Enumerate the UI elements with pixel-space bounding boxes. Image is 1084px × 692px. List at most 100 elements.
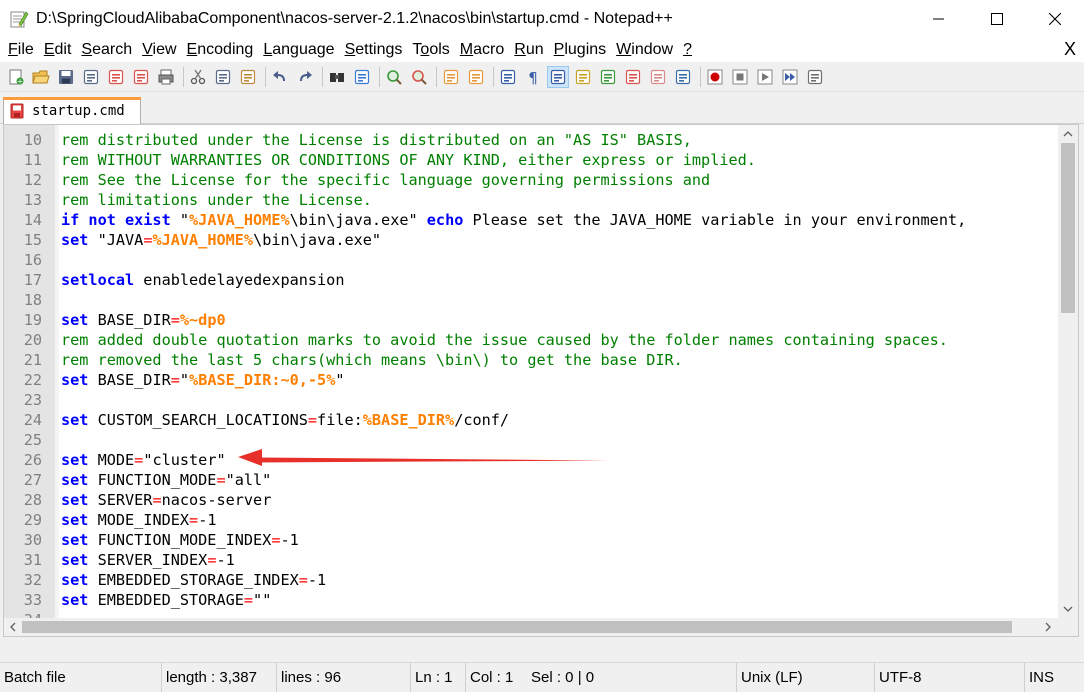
print-icon[interactable] [155,66,177,88]
code-line[interactable]: 20 rem added double quotation marks to av… [4,330,1060,350]
minimize-button[interactable] [910,0,968,38]
code-token: " [335,371,345,389]
menu-edit[interactable]: Edit [40,41,76,59]
close-icon[interactable] [105,66,127,88]
doc-map-icon[interactable] [597,66,619,88]
new-file-icon[interactable]: + [5,66,27,88]
code-line[interactable]: 27 set FUNCTION_MODE="all" [4,470,1060,490]
horizontal-scrollbar[interactable] [4,618,1060,636]
menu-settings[interactable]: Settings [341,41,407,59]
line-text: rem WITHOUT WARRANTIES OR CONDITIONS OF … [61,150,756,170]
code-token: BASE_DIR [88,311,171,329]
record-macro-icon[interactable] [704,66,726,88]
save-all-icon[interactable] [80,66,102,88]
line-text: rem limitations under the License. [61,190,372,210]
code-line[interactable]: 16 [4,250,1060,270]
sync-vertical-icon[interactable] [440,66,462,88]
code-line[interactable]: 14 if not exist "%JAVA_HOME%\bin\java.exe… [4,210,1060,230]
code-line[interactable]: 32 set EMBEDDED_STORAGE_INDEX=-1 [4,570,1060,590]
play-multiple-icon[interactable] [779,66,801,88]
folder-workspace-icon[interactable] [647,66,669,88]
tab-label: startup.cmd [32,103,125,119]
code-line[interactable]: 30 set FUNCTION_MODE_INDEX=-1 [4,530,1060,550]
undo-icon[interactable] [269,66,291,88]
code-token: Please set the JAVA_HOME variable in you… [463,211,967,229]
monitor-icon[interactable] [672,66,694,88]
menu-encoding[interactable]: Encoding [183,41,258,59]
zoom-out-icon[interactable] [408,66,430,88]
code-content[interactable]: 10 rem distributed under the License is d… [4,125,1060,636]
code-token: rem See the License for the specific lan… [61,171,711,189]
svg-text:+: + [17,77,23,85]
indent-guide-icon[interactable] [547,65,569,88]
code-line[interactable]: 29 set MODE_INDEX=-1 [4,510,1060,530]
stop-record-icon[interactable] [729,66,751,88]
code-line[interactable]: 11 rem WITHOUT WARRANTIES OR CONDITIONS O… [4,150,1060,170]
line-number: 27 [23,471,42,489]
open-file-icon[interactable] [30,66,52,88]
code-editor[interactable]: 10 rem distributed under the License is d… [3,124,1079,637]
code-token: MODE [88,451,135,469]
code-line[interactable]: 15 set "JAVA=%JAVA_HOME%\bin\java.exe" [4,230,1060,250]
function-list-icon[interactable] [622,66,644,88]
code-line[interactable]: 19 set BASE_DIR=%~dp0 [4,310,1060,330]
notepad-plus-plus-app-icon [9,9,29,29]
copy-icon[interactable] [212,66,234,88]
menu-window[interactable]: Window [612,41,677,59]
menu-plugins[interactable]: Plugins [550,41,611,59]
menu-file[interactable]: File [4,41,38,59]
code-line[interactable]: 12 rem See the License for the specific l… [4,170,1060,190]
word-wrap-icon[interactable] [497,66,519,88]
eol-format-status[interactable]: Unix (LF) [737,662,875,692]
code-line[interactable]: 31 set SERVER_INDEX=-1 [4,550,1060,570]
code-token: set [61,571,89,589]
code-line[interactable]: 18 [4,290,1060,310]
menu-tools[interactable]: Tools [408,41,453,59]
show-all-chars-icon[interactable]: ¶ [522,66,544,88]
find-icon[interactable] [326,66,348,88]
code-token: \bin\java.exe" [289,211,427,229]
code-line[interactable]: 17 setlocal enabledelayedexpansion [4,270,1060,290]
vertical-scroll-thumb[interactable] [1061,143,1075,313]
menu-bar: File Edit Search View Encoding Language … [0,38,1084,62]
menu-language[interactable]: Language [259,41,338,59]
udl-icon[interactable] [572,66,594,88]
vertical-scrollbar[interactable] [1058,125,1078,620]
code-token: nacos-server [161,491,272,509]
horizontal-scroll-thumb[interactable] [22,621,1012,633]
code-line[interactable]: 22 set BASE_DIR="%BASE_DIR:~0,-5%" [4,370,1060,390]
maximize-button[interactable] [968,0,1026,38]
insert-mode-status[interactable]: INS [1025,663,1084,692]
code-line[interactable]: 23 [4,390,1060,410]
code-line[interactable]: 10 rem distributed under the License is d… [4,130,1060,150]
redo-icon[interactable] [294,66,316,88]
menu-search[interactable]: Search [77,41,136,59]
close-all-icon[interactable] [130,66,152,88]
paste-icon[interactable] [237,66,259,88]
zoom-in-icon[interactable] [383,66,405,88]
menu-view[interactable]: View [138,41,180,59]
code-line[interactable]: 21 rem removed the last 5 chars(which mea… [4,350,1060,370]
save-macro-icon[interactable] [804,66,826,88]
line-number: 30 [23,531,42,549]
code-line[interactable]: 26 set MODE="cluster" [4,450,1060,470]
replace-icon[interactable] [351,66,373,88]
tab-startup-cmd[interactable]: startup.cmd [3,97,141,124]
save-icon[interactable] [55,66,77,88]
play-macro-icon[interactable] [754,66,776,88]
menu-run[interactable]: Run [510,41,547,59]
code-line[interactable]: 25 [4,430,1060,450]
encoding-status[interactable]: UTF-8 [875,662,1025,692]
cut-icon[interactable] [187,66,209,88]
code-line[interactable]: 28 set SERVER=nacos-server [4,490,1060,510]
close-window-button[interactable] [1026,0,1084,38]
code-line[interactable]: 13 rem limitations under the License. [4,190,1060,210]
sync-horizontal-icon[interactable] [465,66,487,88]
code-token: set [61,551,89,569]
code-line[interactable]: 33 set EMBEDDED_STORAGE="" [4,590,1060,610]
line-number: 11 [23,151,42,169]
menu-help[interactable]: ? [679,41,696,59]
menu-macro[interactable]: Macro [456,41,508,59]
close-document-button[interactable]: X [1064,39,1076,60]
code-line[interactable]: 24 set CUSTOM_SEARCH_LOCATIONS=file:%BASE… [4,410,1060,430]
